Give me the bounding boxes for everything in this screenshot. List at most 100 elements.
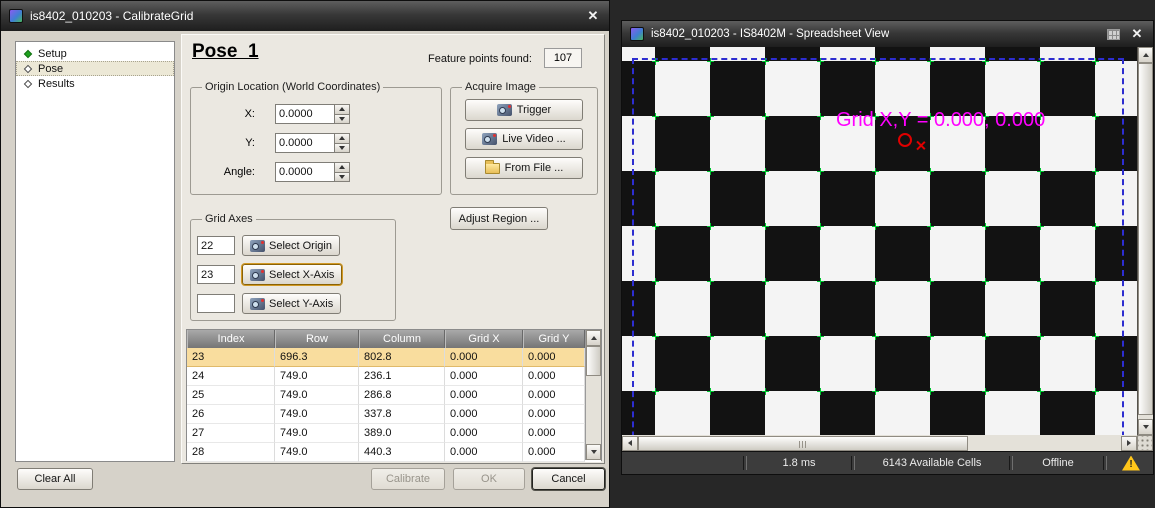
origin-angle-input[interactable] bbox=[275, 162, 335, 182]
table-scrollbar[interactable] bbox=[585, 330, 601, 460]
cell-row: 696.3 bbox=[275, 348, 359, 367]
feature-point-icon bbox=[1037, 333, 1044, 340]
spin-down-button[interactable] bbox=[335, 172, 350, 183]
spin-up-button[interactable] bbox=[335, 133, 350, 143]
feature-point-icon bbox=[762, 333, 769, 340]
feature-point-icon bbox=[1092, 333, 1099, 340]
status-separator bbox=[1103, 456, 1107, 470]
window-title: is8402_010203 - IS8402M - Spreadsheet Vi… bbox=[651, 28, 889, 40]
cell-column: 337.8 bbox=[359, 405, 445, 424]
spreadsheet-view-titlebar[interactable]: is8402_010203 - IS8402M - Spreadsheet Vi… bbox=[622, 21, 1153, 47]
calibrate-grid-titlebar[interactable]: is8402_010203 - CalibrateGrid ✕ bbox=[1, 1, 609, 31]
spreadsheet-toggle-icon[interactable] bbox=[1107, 29, 1120, 40]
spin-up-button[interactable] bbox=[335, 162, 350, 172]
sidebar-item-pose[interactable]: Pose bbox=[16, 61, 174, 76]
cell-index: 25 bbox=[187, 386, 275, 405]
close-icon[interactable]: ✕ bbox=[1129, 26, 1145, 42]
spinner bbox=[335, 133, 350, 153]
feature-point-icon bbox=[817, 113, 824, 120]
table-row[interactable]: 23696.3802.80.0000.000 bbox=[187, 348, 601, 367]
connection-status: Offline bbox=[1015, 452, 1101, 474]
arrow-down-icon bbox=[1143, 425, 1149, 429]
clear-all-button[interactable]: Clear All bbox=[17, 468, 93, 490]
image-view[interactable]: Grid X,Y = 0.000, 0.000 bbox=[622, 47, 1137, 435]
scroll-up-button[interactable] bbox=[1138, 47, 1153, 63]
select-origin-button[interactable]: Select Origin bbox=[242, 235, 340, 256]
from-file-button[interactable]: From File ... bbox=[465, 157, 583, 179]
scroll-right-button[interactable] bbox=[1121, 436, 1137, 451]
live-video-button[interactable]: Live Video ... bbox=[465, 128, 583, 150]
feature-point-icon bbox=[927, 168, 934, 175]
select-x-axis-button[interactable]: Select X-Axis bbox=[242, 264, 342, 285]
ok-button: OK bbox=[453, 468, 525, 490]
table-row[interactable]: 26749.0337.80.0000.000 bbox=[187, 405, 601, 424]
cancel-button[interactable]: Cancel bbox=[532, 468, 605, 490]
feature-point-icon bbox=[927, 58, 934, 65]
sidebar-item-label: Results bbox=[38, 78, 75, 90]
acquire-buttons: Trigger Live Video ... From File ... bbox=[457, 99, 591, 179]
horizontal-scrollbar[interactable] bbox=[622, 435, 1137, 451]
window-title: is8402_010203 - CalibrateGrid bbox=[30, 9, 193, 23]
table-row[interactable]: 28749.0440.30.0000.000 bbox=[187, 443, 601, 462]
cell-row: 749.0 bbox=[275, 386, 359, 405]
table-row[interactable]: 27749.0389.00.0000.000 bbox=[187, 424, 601, 443]
close-icon[interactable]: ✕ bbox=[585, 8, 601, 24]
origin-field-row: X: bbox=[197, 104, 435, 124]
grid-axes-rows: Select Origin Select X-Axis Select Y-Axis bbox=[197, 235, 389, 314]
vertical-scrollbar[interactable] bbox=[1137, 47, 1153, 435]
feature-point-icon bbox=[652, 278, 659, 285]
app-icon bbox=[630, 27, 644, 41]
feature-point-icon bbox=[707, 58, 714, 65]
scroll-down-button[interactable] bbox=[586, 444, 601, 460]
origin-x-input[interactable] bbox=[275, 104, 335, 124]
scrollbar-thumb[interactable] bbox=[638, 436, 968, 451]
field-label: Angle: bbox=[197, 166, 255, 178]
cell-grid_x: 0.000 bbox=[445, 348, 523, 367]
resize-grip[interactable] bbox=[1137, 435, 1153, 451]
camera-icon bbox=[250, 298, 265, 310]
y-axis-index-input[interactable] bbox=[197, 294, 235, 313]
scroll-down-button[interactable] bbox=[1138, 419, 1153, 435]
trigger-button[interactable]: Trigger bbox=[465, 99, 583, 121]
feature-point-icon bbox=[872, 388, 879, 395]
feature-point-icon bbox=[927, 223, 934, 230]
cell-index: 27 bbox=[187, 424, 275, 443]
sidebar-item-results[interactable]: Results bbox=[16, 76, 174, 91]
x-axis-index-input[interactable] bbox=[197, 265, 235, 284]
sidebar-item-label: Setup bbox=[38, 48, 67, 60]
sidebar-item-setup[interactable]: Setup bbox=[16, 46, 174, 61]
feature-point-icon bbox=[762, 223, 769, 230]
spin-up-button[interactable] bbox=[335, 104, 350, 114]
feature-point-icon bbox=[817, 223, 824, 230]
table-row[interactable]: 25749.0286.80.0000.000 bbox=[187, 386, 601, 405]
feature-point-icon bbox=[652, 333, 659, 340]
feature-point-icon bbox=[1092, 58, 1099, 65]
spin-down-button[interactable] bbox=[335, 114, 350, 125]
warning-segment bbox=[1109, 456, 1153, 471]
cell-index: 24 bbox=[187, 367, 275, 386]
feature-point-icon bbox=[982, 388, 989, 395]
feature-point-icon bbox=[817, 333, 824, 340]
table-row[interactable]: 24749.0236.10.0000.000 bbox=[187, 367, 601, 386]
origin-index-input[interactable] bbox=[197, 236, 235, 255]
select-y-axis-button[interactable]: Select Y-Axis bbox=[242, 293, 341, 314]
origin-field-row: Y: bbox=[197, 133, 435, 153]
origin-location-legend: Origin Location (World Coordinates) bbox=[202, 81, 383, 93]
feature-point-icon bbox=[872, 58, 879, 65]
scroll-left-button[interactable] bbox=[622, 436, 638, 451]
cell-column: 802.8 bbox=[359, 348, 445, 367]
cell-grid_y: 0.000 bbox=[523, 386, 585, 405]
column-header: Column bbox=[359, 330, 445, 348]
cell-index: 23 bbox=[187, 348, 275, 367]
scrollbar-thumb[interactable] bbox=[586, 346, 601, 376]
scrollbar-thumb[interactable] bbox=[1138, 63, 1153, 415]
scroll-up-button[interactable] bbox=[586, 330, 601, 346]
grid-axis-row: Select Y-Axis bbox=[197, 293, 389, 314]
spin-down-button[interactable] bbox=[335, 143, 350, 154]
origin-location-group: Origin Location (World Coordinates) X: Y:… bbox=[190, 81, 442, 195]
grid-xy-overlay-text: Grid X,Y = 0.000, 0.000 bbox=[836, 109, 1045, 132]
origin-y-input[interactable] bbox=[275, 133, 335, 153]
adjust-region-button[interactable]: Adjust Region ... bbox=[450, 207, 548, 230]
column-header: Grid Y bbox=[523, 330, 585, 348]
feature-point-icon bbox=[982, 223, 989, 230]
